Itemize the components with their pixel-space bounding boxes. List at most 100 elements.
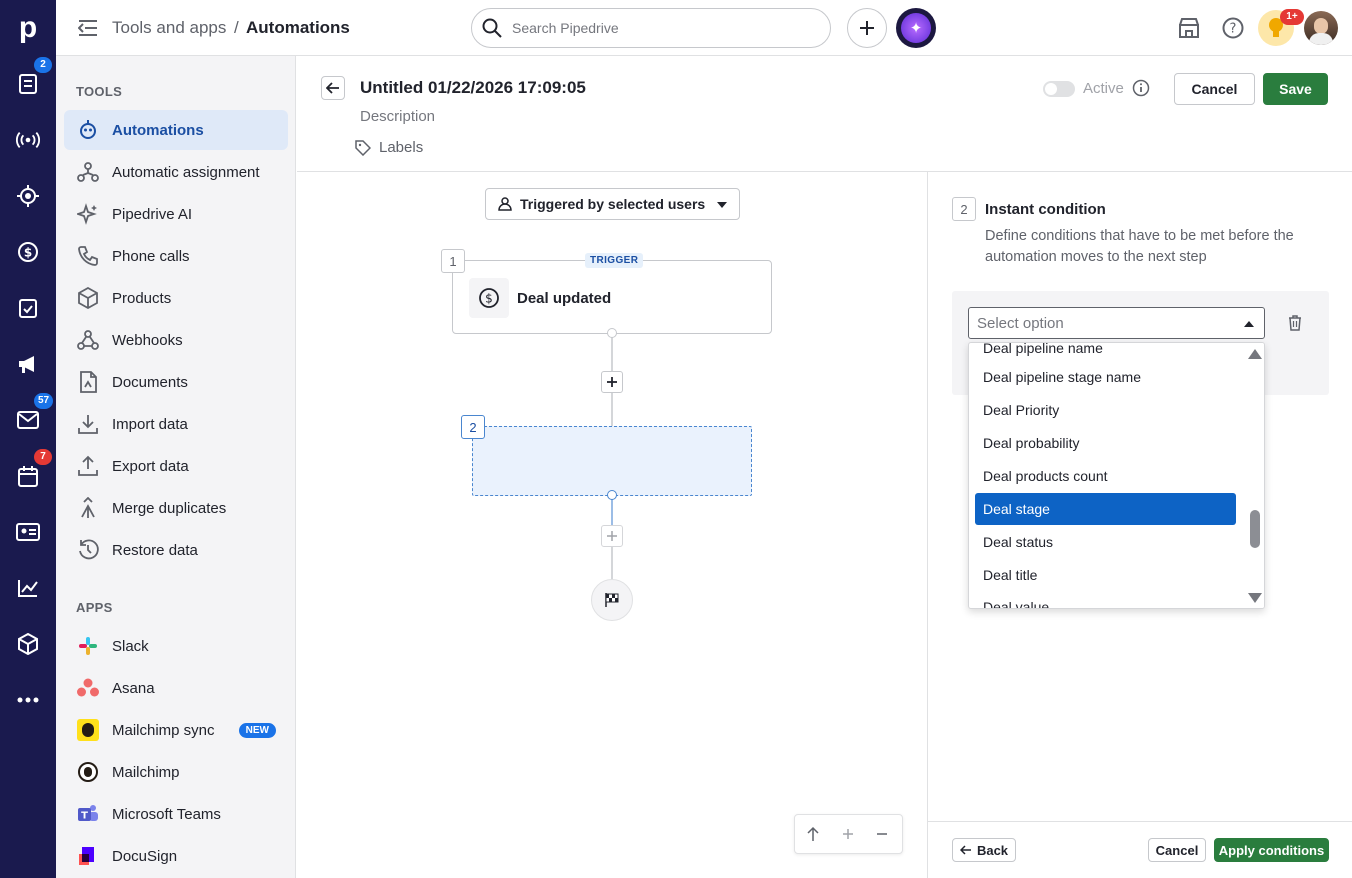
zoom-out-icon[interactable] xyxy=(874,826,890,845)
back-label: Back xyxy=(976,842,1009,858)
mail-icon[interactable] xyxy=(16,408,40,432)
sidebar-item-export-data[interactable]: Export data xyxy=(64,446,288,486)
sidebar-item-label: Mailchimp xyxy=(112,763,180,781)
scroll-up-triangle-icon[interactable] xyxy=(1248,349,1262,359)
leads-icon[interactable] xyxy=(16,72,40,96)
asana-icon xyxy=(76,676,100,700)
sidebar-item-mailchimp[interactable]: Mailchimp xyxy=(64,752,288,792)
automation-header: Untitled 01/22/2026 17:09:05 Description… xyxy=(297,57,1352,172)
sidebar-item-asana[interactable]: Asana xyxy=(64,668,288,708)
active-toggle[interactable] xyxy=(1043,81,1075,97)
sparkle-icon: ✦ xyxy=(901,13,931,43)
sidebar-item-automatic-assignment[interactable]: Automatic assignment xyxy=(64,152,288,192)
help-icon[interactable]: ? xyxy=(1222,17,1244,42)
labels-button[interactable]: Labels xyxy=(355,139,423,156)
contacts-card-icon[interactable] xyxy=(16,520,40,544)
campaigns-megaphone-icon[interactable] xyxy=(16,352,40,376)
apply-conditions-button[interactable]: Apply conditions xyxy=(1214,838,1329,862)
marketplace-icon[interactable] xyxy=(1178,17,1200,42)
add-step-button[interactable] xyxy=(601,371,623,393)
sidebar-item-label: Import data xyxy=(112,415,188,433)
option-deal-stage-selected[interactable]: Deal stage xyxy=(975,493,1236,525)
sidebar-item-label: Documents xyxy=(112,373,188,391)
pipedrive-logo[interactable]: p xyxy=(14,10,42,46)
sidebar-item-label: Asana xyxy=(112,679,155,697)
sidebar-item-pipedrive-ai[interactable]: Pipedrive AI xyxy=(64,194,288,234)
back-arrow-button[interactable] xyxy=(321,76,345,100)
plus-icon xyxy=(860,21,874,35)
sidebar-item-automations[interactable]: Automations xyxy=(64,110,288,150)
sidebar-item-docusign[interactable]: DocuSign xyxy=(64,836,288,876)
panel-cancel-button[interactable]: Cancel xyxy=(1148,838,1206,862)
sidebar-item-microsoft-teams[interactable]: T Microsoft Teams xyxy=(64,794,288,834)
list-scrollbar[interactable] xyxy=(1245,343,1264,608)
calendar-icon[interactable] xyxy=(16,464,40,488)
trigger-node[interactable]: 1 TRIGGER $ Deal updated xyxy=(441,249,772,338)
option-deal-pipeline-stage-name[interactable]: Deal pipeline stage name xyxy=(975,361,1236,393)
option-deal-probability[interactable]: Deal probability xyxy=(975,427,1236,459)
sidebar-item-restore-data[interactable]: Restore data xyxy=(64,530,288,570)
ai-sparkle-button[interactable]: ✦ xyxy=(896,8,936,48)
connector-port[interactable] xyxy=(607,490,617,500)
scrollbar-thumb[interactable] xyxy=(1250,510,1260,548)
active-label: Active xyxy=(1083,80,1124,97)
user-avatar[interactable] xyxy=(1304,11,1338,45)
scroll-up-arrow-icon[interactable] xyxy=(805,826,821,845)
connector-port[interactable] xyxy=(607,328,617,338)
quick-add-button[interactable] xyxy=(847,8,887,48)
option-deal-value[interactable]: Deal value xyxy=(975,591,1236,608)
field-options-list[interactable]: Deal pipeline name Deal pipeline stage n… xyxy=(968,342,1265,609)
breadcrumb-parent[interactable]: Tools and apps xyxy=(112,18,226,38)
option-deal-status[interactable]: Deal status xyxy=(975,526,1236,558)
condition-panel: 2 Instant condition Define conditions th… xyxy=(927,172,1352,878)
search-input[interactable]: Search Pipedrive xyxy=(471,8,831,48)
cancel-button[interactable]: Cancel xyxy=(1174,73,1255,105)
finish-flag-icon xyxy=(605,593,619,607)
deals-dollar-icon[interactable]: $ xyxy=(16,240,40,264)
more-dots-icon[interactable] xyxy=(16,688,40,712)
activities-checklist-icon[interactable] xyxy=(16,296,40,320)
sidebar-item-label: Merge duplicates xyxy=(112,499,227,517)
docusign-icon xyxy=(76,844,100,868)
description-field[interactable]: Description xyxy=(360,108,435,125)
svg-text:$: $ xyxy=(24,246,32,260)
broadcast-icon[interactable] xyxy=(16,128,40,152)
svg-text:T: T xyxy=(81,811,88,822)
info-icon[interactable] xyxy=(1132,79,1150,100)
scroll-down-triangle-icon[interactable] xyxy=(1248,593,1262,603)
plus-icon xyxy=(607,531,617,541)
workflow-canvas[interactable]: Triggered by selected users 1 TRIGGER $ … xyxy=(297,172,927,878)
sidebar-item-merge-duplicates[interactable]: Merge duplicates xyxy=(64,488,288,528)
condition-step-placeholder[interactable]: 2 xyxy=(461,415,752,500)
apps-section-title: APPS xyxy=(76,600,113,615)
products-box-icon[interactable] xyxy=(16,632,40,656)
sidebar-item-label: Products xyxy=(112,289,172,307)
sidebar-item-import-data[interactable]: Import data xyxy=(64,404,288,444)
insights-chart-icon[interactable] xyxy=(16,576,40,600)
sidebar-item-webhooks[interactable]: Webhooks xyxy=(64,320,288,360)
option-deal-products-count[interactable]: Deal products count xyxy=(975,460,1236,492)
zoom-in-icon[interactable] xyxy=(840,826,856,845)
arrow-left-icon xyxy=(326,82,339,94)
add-step-button-disabled[interactable] xyxy=(601,525,623,547)
option-deal-title[interactable]: Deal title xyxy=(975,559,1236,591)
sidebar-item-label: Automations xyxy=(112,121,204,139)
breadcrumb-current: Automations xyxy=(246,18,350,37)
step-number: 2 xyxy=(952,197,976,221)
sidebar-item-phone-calls[interactable]: Phone calls xyxy=(64,236,288,276)
sidebar-item-label: Export data xyxy=(112,457,189,475)
back-button[interactable]: Back xyxy=(952,838,1016,862)
zoom-controls xyxy=(794,814,903,854)
menu-toggle-icon[interactable] xyxy=(77,19,98,40)
save-button[interactable]: Save xyxy=(1263,73,1328,105)
target-icon[interactable] xyxy=(16,184,40,208)
sidebar-item-mailchimp-sync[interactable]: Mailchimp sync NEW xyxy=(64,710,288,750)
field-select[interactable]: Select option xyxy=(968,307,1265,339)
option-deal-priority[interactable]: Deal Priority xyxy=(975,394,1236,426)
delete-trash-icon[interactable] xyxy=(1288,315,1302,334)
automation-title[interactable]: Untitled 01/22/2026 17:09:05 xyxy=(360,78,586,98)
sidebar-item-slack[interactable]: Slack xyxy=(64,626,288,666)
sidebar-item-products[interactable]: Products xyxy=(64,278,288,318)
ai-sparkle-icon xyxy=(76,202,100,226)
sidebar-item-documents[interactable]: Documents xyxy=(64,362,288,402)
